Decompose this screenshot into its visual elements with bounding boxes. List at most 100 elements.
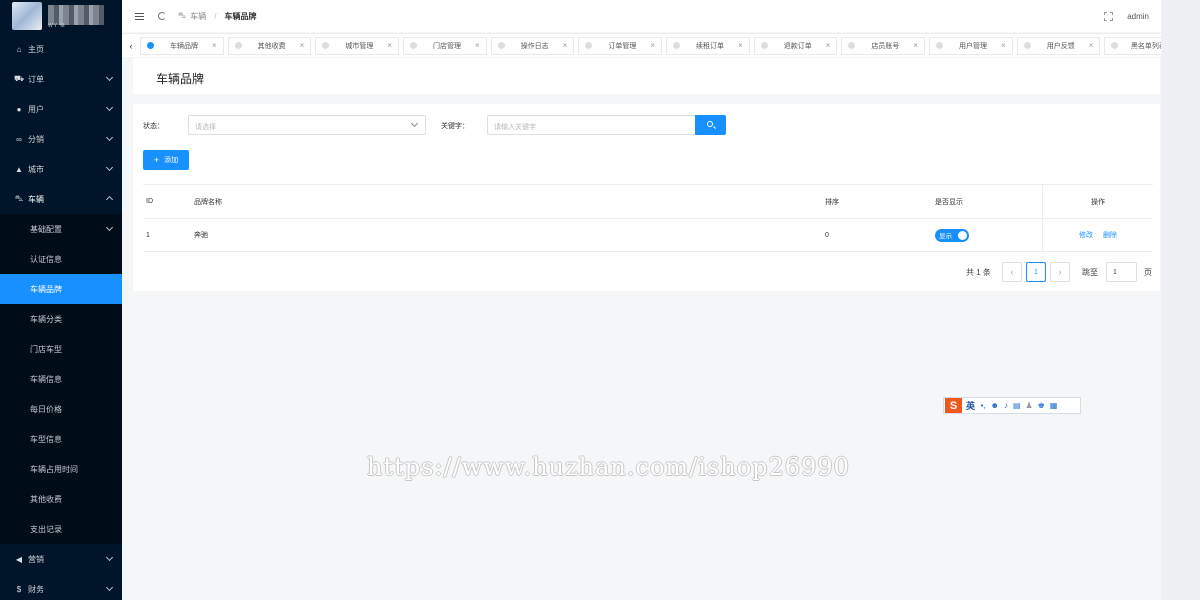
emoji-icon[interactable]: ☻: [991, 401, 999, 410]
tab-user-feedback[interactable]: 用户反馈 ×: [1016, 36, 1101, 55]
submenu-item-occupancy-time[interactable]: 车辆占用时间: [0, 454, 122, 484]
edit-link[interactable]: 修改: [1079, 230, 1093, 240]
sidebar-item-marketing[interactable]: ◀ 营销: [0, 544, 122, 574]
delete-link[interactable]: 删除: [1103, 230, 1117, 240]
submenu-item-store-models[interactable]: 门店车型: [0, 334, 122, 364]
keyword-input[interactable]: 请输入关键字: [487, 115, 696, 135]
show-toggle[interactable]: 显示: [935, 228, 969, 242]
tab-dot-icon: [936, 42, 944, 49]
tab-city-management[interactable]: 城市管理 ×: [315, 36, 400, 55]
submenu-item-vehicle-info[interactable]: 车辆信息: [0, 364, 122, 394]
sidebar-item-distribution[interactable]: ∞ 分销: [0, 124, 122, 154]
page-button-current[interactable]: 1: [1026, 262, 1046, 282]
microphone-icon[interactable]: ♪: [1004, 401, 1008, 410]
top-header: ⛍ 车辆 / 车辆品牌 admin: [122, 0, 1161, 32]
tab-operation-log[interactable]: 操作日志 ×: [490, 36, 575, 55]
close-icon[interactable]: ×: [387, 41, 392, 50]
tab-order-management[interactable]: 订单管理 ×: [578, 36, 663, 55]
submenu-item-certification[interactable]: 认证信息: [0, 244, 122, 274]
breadcrumb-parent[interactable]: 车辆: [190, 11, 206, 22]
close-icon[interactable]: ×: [738, 41, 743, 50]
prev-page-button[interactable]: ‹: [1002, 262, 1022, 282]
chevron-down-icon: [105, 583, 114, 592]
close-icon[interactable]: ×: [300, 41, 305, 50]
close-icon[interactable]: ×: [826, 41, 831, 50]
status-select[interactable]: 请选择: [188, 115, 426, 135]
skin-icon[interactable]: ♚: [1038, 401, 1045, 410]
watermark-text: https://www.huzhan.com/ishop26990: [367, 453, 850, 481]
user-icon[interactable]: ♟: [1026, 401, 1033, 410]
tabs-scroll-left-icon[interactable]: ‹: [122, 34, 140, 57]
chevron-down-icon: [410, 119, 419, 128]
column-header-sort: 排序: [825, 198, 839, 206]
sidebar-item-label: 城市: [28, 164, 44, 174]
tab-dot-icon: [585, 42, 593, 49]
submenu-item-expense-records[interactable]: 支出记录: [0, 514, 122, 544]
ime-language-indicator[interactable]: 英: [966, 399, 975, 412]
submenu-item-vehicle-category[interactable]: 车辆分类: [0, 304, 122, 334]
submenu-item-label: 其他收费: [30, 494, 62, 504]
refresh-icon[interactable]: [158, 12, 166, 20]
tab-staff-accounts[interactable]: 店员账号 ×: [841, 36, 926, 55]
breadcrumb-current: 车辆品牌: [224, 11, 257, 21]
toolbox-icon[interactable]: ▦: [1050, 401, 1058, 410]
ime-toolbar[interactable]: S 英 •, ☻ ♪ ▤ ♟ ♚ ▦: [943, 397, 1081, 414]
submenu-item-vehicle-brand[interactable]: 车辆品牌: [0, 274, 122, 304]
search-button[interactable]: [695, 115, 726, 135]
submenu-item-model-info[interactable]: 车型信息: [0, 424, 122, 454]
sidebar-item-finance[interactable]: $ 财务: [0, 574, 122, 600]
user-menu[interactable]: admin: [1127, 12, 1149, 21]
close-icon[interactable]: ×: [475, 41, 480, 50]
punctuation-icon[interactable]: •,: [981, 401, 986, 410]
sidebar-item-home[interactable]: ⌂ 主页: [0, 34, 122, 64]
status-filter-label: 状态：: [143, 123, 164, 130]
keyboard-icon[interactable]: ▤: [1013, 401, 1021, 410]
sidebar-item-users[interactable]: ● 用户: [0, 94, 122, 124]
tab-dot-icon: [234, 42, 242, 49]
tab-dot-icon: [1023, 42, 1031, 49]
content-card: 状态： 请选择 关键字： 请输入关键字 + 添加 ID 品牌名称 排序 是否显示…: [133, 104, 1160, 291]
tab-dot-icon: [673, 42, 681, 49]
tab-user-management[interactable]: 用户管理 ×: [929, 36, 1013, 55]
submenu-item-other-fees[interactable]: 其他收费: [0, 484, 122, 514]
cell-op: 修改 删除: [1042, 219, 1153, 251]
tab-blacklist[interactable]: 黑名单列表×: [1104, 36, 1161, 55]
sidebar-item-vehicles[interactable]: ⛍ 车辆: [0, 184, 122, 214]
pagination-total: 共 1 条: [966, 268, 991, 277]
car-icon: ⛍: [14, 194, 24, 203]
tab-label: 城市管理: [345, 42, 374, 50]
keyword-filter-label: 关键字：: [441, 123, 469, 130]
close-icon[interactable]: ×: [913, 41, 918, 50]
chevron-down-icon: [105, 163, 114, 172]
toggle-knob: [958, 230, 967, 240]
tab-refund-orders[interactable]: 退款订单 ×: [753, 36, 838, 55]
tab-store-management[interactable]: 门店管理 ×: [403, 36, 487, 55]
page-header: 车辆品牌: [133, 58, 1160, 94]
close-icon[interactable]: ×: [1001, 41, 1006, 50]
close-icon[interactable]: ×: [650, 41, 655, 50]
tab-other-fees[interactable]: 其他收费 ×: [227, 36, 312, 55]
submenu-item-daily-price[interactable]: 每日价格: [0, 394, 122, 424]
next-page-button[interactable]: ›: [1050, 262, 1070, 282]
tab-renewal-orders[interactable]: 续租订单 ×: [666, 36, 750, 55]
fullscreen-icon[interactable]: [1104, 11, 1114, 21]
tab-vehicle-brand[interactable]: 车辆品牌 ×: [140, 36, 224, 55]
menu-toggle-icon[interactable]: [135, 12, 144, 20]
dollar-icon: $: [16, 584, 22, 594]
goto-page-input[interactable]: 1: [1106, 262, 1137, 282]
sidebar-item-label: 主页: [28, 44, 44, 54]
close-icon[interactable]: ×: [212, 41, 217, 50]
sidebar-item-city[interactable]: ▲ 城市: [0, 154, 122, 184]
submenu-item-basic-config[interactable]: 基础配置: [0, 214, 122, 244]
vehicles-submenu: 基础配置 认证信息 车辆品牌 车辆分类 门店车型 车辆信息 每日价格 车型信息 …: [0, 214, 122, 544]
close-icon[interactable]: ×: [563, 41, 568, 50]
close-icon[interactable]: ×: [1089, 41, 1094, 50]
cell-sort: 0: [825, 231, 829, 239]
sidebar-item-orders[interactable]: ⛟ 订单: [0, 64, 122, 94]
tab-label: 门店管理: [433, 42, 462, 50]
right-background-strip: [1161, 0, 1200, 600]
sidebar-item-label: 用户: [28, 104, 44, 114]
add-button[interactable]: + 添加: [143, 150, 189, 170]
chevron-up-icon: [105, 195, 114, 204]
search-icon: [707, 121, 713, 127]
